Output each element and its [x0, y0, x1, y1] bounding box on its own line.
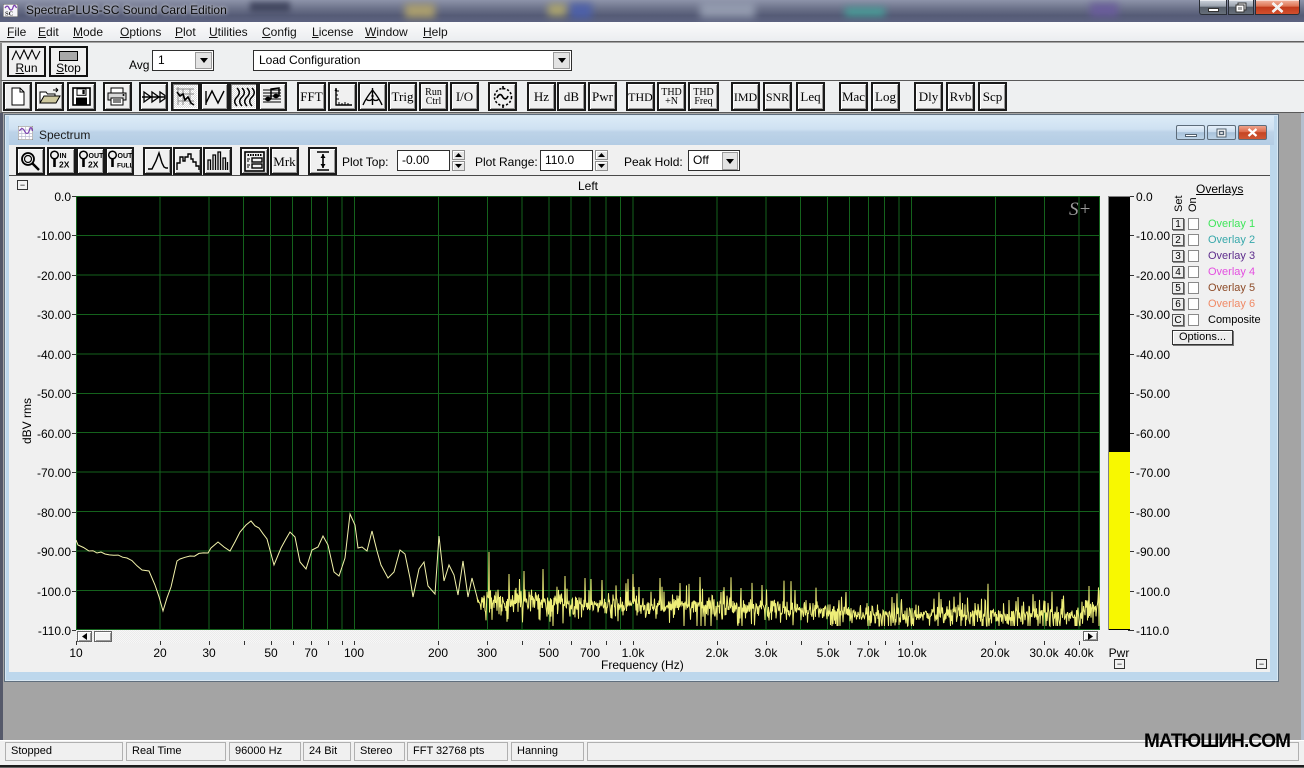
svg-text:SC: SC [5, 11, 14, 18]
svg-text:2X: 2X [88, 160, 99, 170]
svg-text:OUT: OUT [118, 153, 133, 160]
svg-text:FULL: FULL [117, 163, 132, 170]
svg-text:2X: 2X [59, 160, 70, 170]
